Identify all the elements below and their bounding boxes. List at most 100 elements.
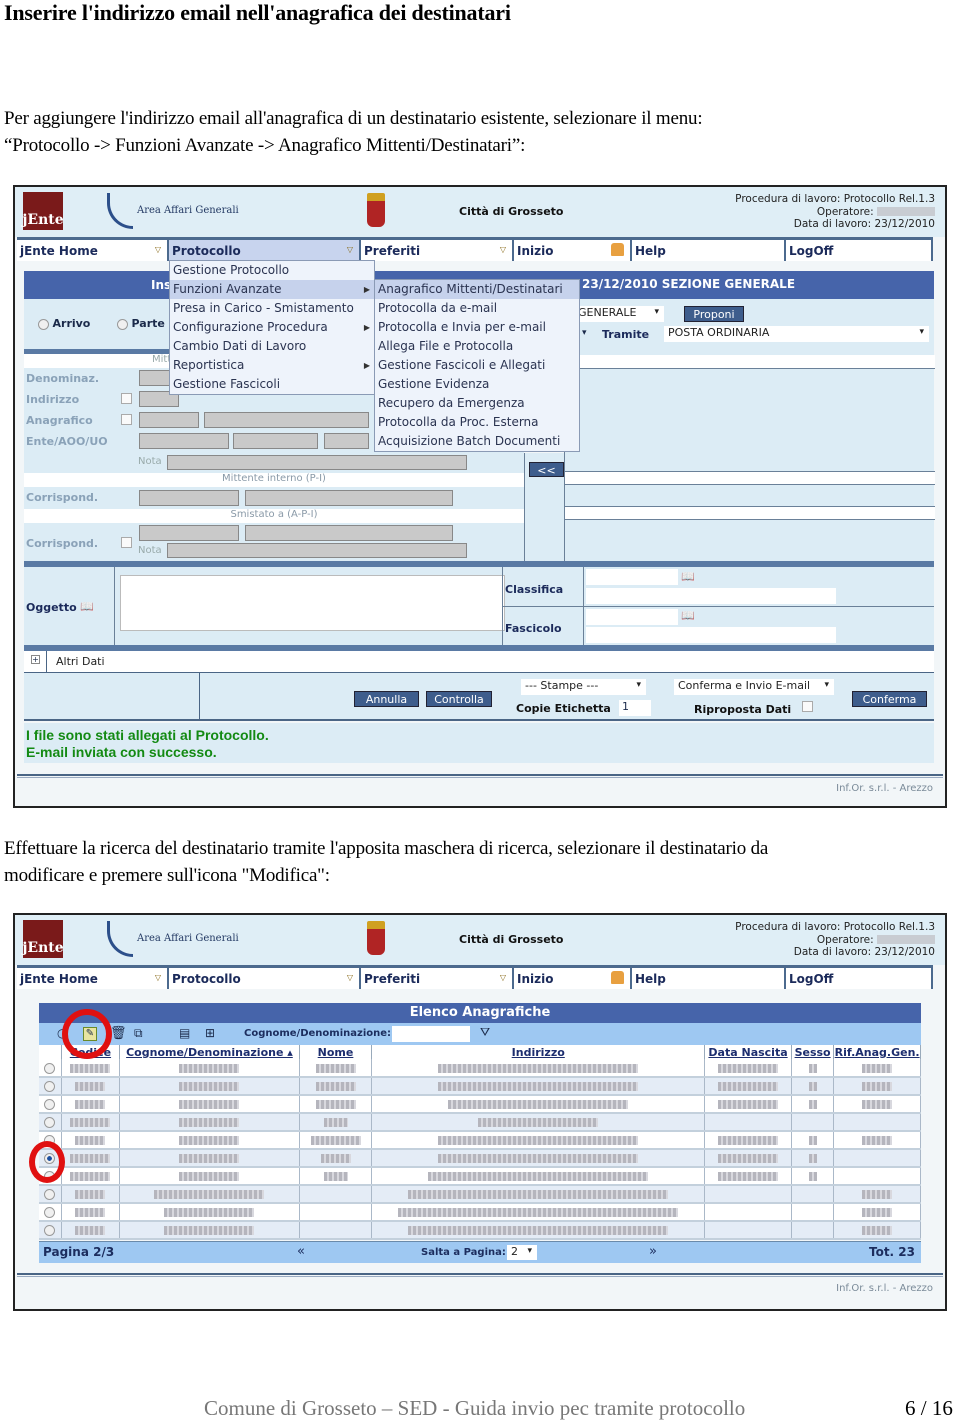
table-row[interactable]: [39, 1095, 921, 1114]
table-row[interactable]: [39, 1185, 921, 1204]
aoo-input[interactable]: [233, 433, 318, 449]
proponi-button[interactable]: Proponi: [684, 306, 744, 322]
anagrafico-input-2[interactable]: [204, 412, 369, 428]
nav-preferiti[interactable]: Preferiti ▽: [361, 240, 514, 261]
classifica-code-input[interactable]: [586, 569, 678, 585]
indirizzo-checkbox[interactable]: [121, 393, 132, 404]
ente-input[interactable]: [139, 433, 229, 449]
table-row[interactable]: [39, 1203, 921, 1222]
smistato-input-2[interactable]: [245, 525, 453, 541]
table-row[interactable]: [39, 1131, 921, 1150]
annulla-button[interactable]: Annulla: [354, 691, 419, 707]
col-indirizzo[interactable]: Indirizzo: [371, 1045, 706, 1059]
smistato-nota-input[interactable]: [167, 543, 467, 558]
riproposta-checkbox[interactable]: [802, 701, 813, 712]
menu-item[interactable]: Protocolla da e-mail: [375, 299, 579, 318]
altri-dati-row[interactable]: + Altri Dati: [24, 651, 934, 673]
nav-protocollo[interactable]: Protocollo ▽: [169, 240, 361, 261]
menu-item-funzioni-avanzate[interactable]: Funzioni Avanzate ▶: [170, 280, 374, 299]
table-row[interactable]: [39, 1059, 921, 1078]
nav-jente-home[interactable]: jEnte Home ▽: [17, 968, 169, 989]
nav-help[interactable]: Help: [632, 240, 786, 261]
radio-arrivo[interactable]: Arrivo: [38, 317, 90, 330]
table-row[interactable]: [39, 1221, 921, 1240]
binoculars-icon[interactable]: ⊞: [205, 1026, 215, 1040]
copy-icon[interactable]: ⧉: [134, 1026, 143, 1041]
anagrafico-input[interactable]: [139, 412, 199, 428]
uo-input[interactable]: [324, 433, 369, 449]
menu-item[interactable]: Gestione Protocollo: [170, 261, 374, 280]
nav-help[interactable]: Help: [632, 968, 786, 989]
col-rif-anag[interactable]: Rif.Anag.Gen.: [833, 1045, 921, 1059]
conferma-button[interactable]: Conferma: [852, 691, 927, 707]
menu-item[interactable]: Configurazione Procedura ▶: [170, 318, 374, 337]
menu-item[interactable]: Protocolla e Invia per e-mail: [375, 318, 579, 337]
cognome-filter-input[interactable]: [392, 1026, 470, 1042]
menu-item-anagrafico[interactable]: Anagrafico Mittenti/Destinatari: [375, 280, 579, 299]
row-select-radio[interactable]: [44, 1081, 56, 1092]
menu-item[interactable]: Cambio Dati di Lavoro: [170, 337, 374, 356]
next-page-icon[interactable]: »: [649, 1244, 657, 1259]
smistato-input[interactable]: [139, 525, 239, 541]
menu-item[interactable]: Gestione Evidenza: [375, 375, 579, 394]
controlla-button[interactable]: Controlla: [426, 691, 492, 707]
mittente-interno-input-2[interactable]: [245, 490, 453, 506]
menu-item[interactable]: Recupero da Emergenza: [375, 394, 579, 413]
row-select-radio[interactable]: [44, 1117, 56, 1128]
nav-jente-home[interactable]: jEnte Home ▽: [17, 240, 169, 261]
move-left-button[interactable]: <<: [529, 462, 564, 477]
sezione-select[interactable]: GENERALE ▾: [574, 306, 664, 322]
delete-icon[interactable]: 🗑: [110, 1026, 127, 1041]
city-crest-icon: [367, 921, 385, 955]
conferma-invio-select[interactable]: Conferma e Invio E-mail ▾: [674, 679, 834, 695]
redacted-cell: [320, 1154, 351, 1163]
menu-item[interactable]: Gestione Fascicoli e Allegati: [375, 356, 579, 375]
stampe-select[interactable]: --- Stampe --- ▾: [521, 679, 646, 695]
col-sesso[interactable]: Sesso: [791, 1045, 835, 1059]
fascicolo-code-input[interactable]: [586, 609, 678, 625]
row-select-radio[interactable]: [44, 1225, 56, 1236]
nav-preferiti[interactable]: Preferiti ▽: [361, 968, 514, 989]
table-row[interactable]: [39, 1167, 921, 1186]
nota-input[interactable]: [167, 455, 467, 470]
salta-pagina-select[interactable]: 2 ▾: [507, 1245, 537, 1260]
redacted-cell: [323, 1172, 348, 1181]
book-icon[interactable]: 📖: [681, 570, 695, 583]
menu-item[interactable]: Allega File e Protocolla: [375, 337, 579, 356]
anagrafico-checkbox[interactable]: [121, 414, 132, 425]
row-select-radio[interactable]: [44, 1189, 56, 1200]
smistato-checkbox[interactable]: [121, 537, 132, 548]
filter-icon[interactable]: ⛛: [480, 1025, 490, 1040]
book-icon[interactable]: 📖: [80, 600, 94, 613]
copie-etichetta-input[interactable]: 1: [619, 700, 651, 716]
table-row[interactable]: [39, 1077, 921, 1096]
menu-item[interactable]: Protocolla da Proc. Esterna: [375, 413, 579, 432]
nav-logoff[interactable]: LogOff: [786, 968, 933, 989]
table-row[interactable]: [39, 1149, 921, 1168]
previous-page-icon[interactable]: «: [297, 1244, 305, 1259]
table-row[interactable]: [39, 1113, 921, 1132]
row-select-radio[interactable]: [44, 1207, 56, 1218]
nav-inizio[interactable]: Inizio: [514, 968, 632, 989]
row-select-radio[interactable]: [44, 1099, 56, 1110]
menu-item[interactable]: Gestione Fascicoli: [170, 375, 374, 394]
menu-item[interactable]: Reportistica ▶: [170, 356, 374, 375]
oggetto-textarea[interactable]: [120, 575, 505, 631]
menu-item[interactable]: Acquisizione Batch Documenti: [375, 432, 579, 451]
col-cognome[interactable]: Cognome/Denominazione ▴: [119, 1045, 300, 1059]
book-icon[interactable]: 📖: [681, 609, 695, 622]
mittente-interno-input[interactable]: [139, 490, 239, 506]
classifica-desc-input[interactable]: [586, 588, 836, 604]
tramite-select[interactable]: POSTA ORDINARIA ▾: [664, 326, 929, 342]
nav-inizio[interactable]: Inizio: [514, 240, 632, 261]
row-select-radio[interactable]: [44, 1062, 56, 1074]
expand-icon[interactable]: +: [31, 655, 40, 664]
nav-logoff[interactable]: LogOff: [786, 240, 933, 261]
new-record-icon[interactable]: ▤: [179, 1026, 190, 1040]
fascicolo-desc-input[interactable]: [586, 627, 836, 643]
col-nome[interactable]: Nome: [299, 1045, 373, 1059]
radio-partenza[interactable]: Parte: [117, 317, 165, 330]
menu-item[interactable]: Presa in Carico - Smistamento: [170, 299, 374, 318]
nav-protocollo[interactable]: Protocollo ▽: [169, 968, 361, 989]
col-data-nascita[interactable]: Data Nascita: [704, 1045, 792, 1059]
